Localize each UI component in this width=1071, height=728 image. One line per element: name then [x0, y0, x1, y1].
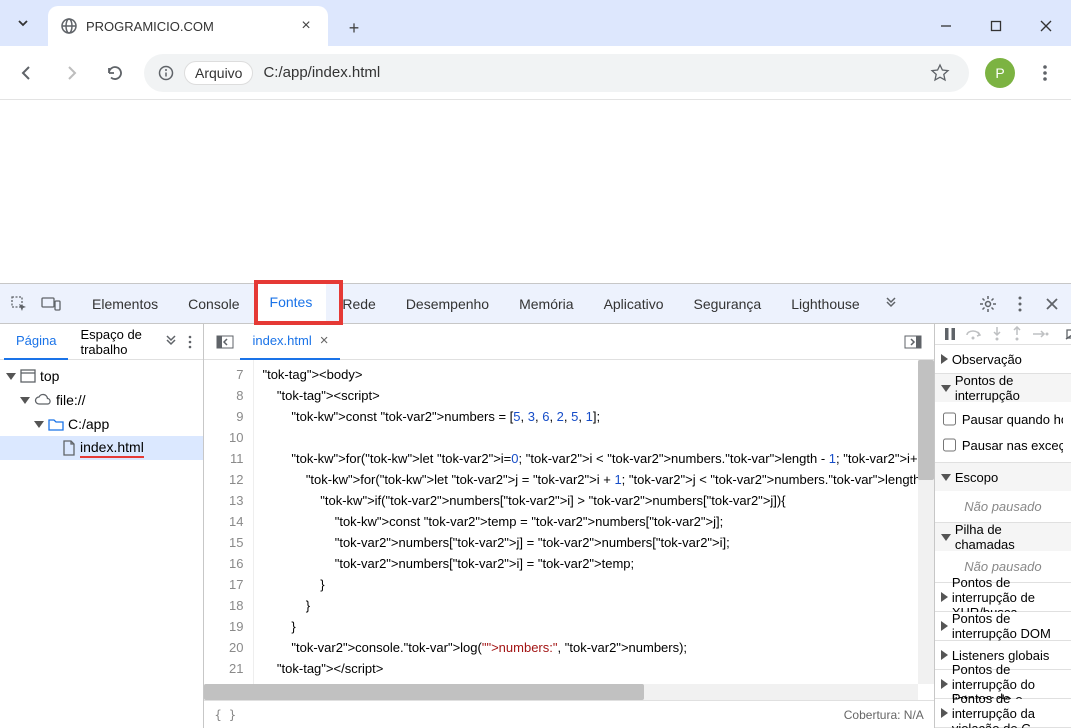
close-icon[interactable]: × — [320, 332, 329, 349]
tab-close-button[interactable]: × — [296, 16, 316, 36]
back-button[interactable] — [8, 54, 46, 92]
chevron-down-icon — [941, 534, 951, 541]
browser-tab[interactable]: PROGRAMICIO.COM × — [48, 6, 328, 46]
step-out-icon[interactable] — [1011, 326, 1023, 342]
chevron-right-icon — [941, 650, 948, 660]
url-text: C:/app/index.html — [263, 64, 915, 81]
tree-top[interactable]: top — [0, 364, 203, 388]
devtools-panel: Elementos Console Fontes Rede Desempenho… — [0, 283, 1071, 728]
close-window-button[interactable] — [1021, 6, 1071, 46]
tabs-dropdown[interactable] — [0, 0, 46, 46]
tab-lighthouse[interactable]: Lighthouse — [777, 284, 874, 324]
browser-toolbar: Arquivo C:/app/index.html P — [0, 46, 1071, 100]
reload-button[interactable] — [96, 54, 134, 92]
window-icon — [20, 369, 36, 383]
debugger-toolbar — [935, 324, 1071, 345]
chevron-right-icon — [941, 679, 948, 689]
devtools-tabbar: Elementos Console Fontes Rede Desempenho… — [0, 284, 1071, 324]
info-icon — [158, 65, 174, 81]
nav-more-tabs-icon[interactable] — [162, 327, 181, 357]
profile-avatar[interactable]: P — [985, 58, 1015, 88]
tab-elementos[interactable]: Elementos — [78, 284, 172, 324]
window-controls — [921, 6, 1071, 46]
chevron-right-icon — [941, 708, 948, 718]
nav-tab-workspace[interactable]: Espaço de trabalho — [68, 324, 162, 360]
bookmark-button[interactable] — [925, 63, 955, 83]
vertical-scrollbar[interactable] — [918, 360, 934, 684]
scope-empty: Não pausado — [935, 491, 1071, 522]
checkbox-pause-exceptions[interactable]: Pausar quando houver exceções n… — [943, 406, 1063, 432]
new-tab-button[interactable]: + — [336, 10, 372, 46]
tab-console[interactable]: Console — [174, 284, 253, 324]
file-tree: top file:// C:/app index.html — [0, 360, 203, 464]
editor-tab-index[interactable]: index.html × — [240, 324, 340, 360]
browser-titlebar: PROGRAMICIO.COM × + — [0, 0, 1071, 46]
cloud-icon — [34, 393, 52, 407]
pretty-print-icon[interactable]: { } — [214, 708, 236, 722]
chevron-down-icon — [941, 385, 951, 392]
devtools-menu-icon[interactable] — [1005, 289, 1035, 319]
tab-memoria[interactable]: Memória — [505, 284, 587, 324]
section-watch[interactable]: Observação — [935, 345, 1071, 373]
step-over-icon[interactable] — [965, 327, 983, 341]
chevron-down-icon — [34, 421, 44, 428]
editor-body[interactable]: 789101112131415161718192021 "tok-tag"><b… — [204, 360, 933, 700]
horizontal-scrollbar[interactable] — [204, 684, 917, 700]
navigator-header: Página Espaço de trabalho — [0, 324, 203, 360]
forward-button[interactable] — [52, 54, 90, 92]
chevron-right-icon — [941, 354, 948, 364]
nav-tab-pagina[interactable]: Página — [4, 324, 68, 360]
toggle-navigator-icon[interactable] — [210, 327, 240, 357]
section-csp-bp[interactable]: Pontos de interrupção da violação de C — [935, 699, 1071, 727]
tab-aplicativo[interactable]: Aplicativo — [590, 284, 678, 324]
folder-icon — [48, 418, 64, 431]
address-bar[interactable]: Arquivo C:/app/index.html — [144, 54, 969, 92]
page-viewport — [0, 100, 1071, 283]
section-dom-bp[interactable]: Pontos de interrupção DOM — [935, 612, 1071, 640]
debugger-panel: Observação Pontos de interrupção Pausar … — [935, 324, 1071, 728]
coverage-label: Cobertura: N/A — [844, 708, 924, 722]
section-scope[interactable]: Escopo — [935, 463, 1071, 491]
line-gutter: 789101112131415161718192021 — [204, 360, 254, 700]
maximize-button[interactable] — [971, 6, 1021, 46]
inspect-element-icon[interactable] — [4, 289, 34, 319]
section-breakpoints[interactable]: Pontos de interrupção — [935, 374, 1071, 402]
editor-panel: index.html × 789101112131415161718192021… — [204, 324, 934, 728]
checkbox-pause-caught[interactable]: Pausar nas exceções encontradas — [943, 432, 1063, 458]
step-icon[interactable] — [1031, 328, 1049, 340]
tab-rede[interactable]: Rede — [328, 284, 389, 324]
minimize-button[interactable] — [921, 6, 971, 46]
browser-menu-button[interactable] — [1027, 55, 1063, 91]
editor-header: index.html × — [204, 324, 933, 360]
chevron-right-icon — [941, 592, 948, 602]
tab-seguranca[interactable]: Segurança — [679, 284, 775, 324]
chevron-down-icon — [20, 397, 30, 404]
globe-icon — [60, 17, 78, 35]
chevron-down-icon — [6, 373, 16, 380]
tree-file-index[interactable]: index.html — [0, 436, 203, 460]
tree-folder[interactable]: C:/app — [0, 412, 203, 436]
editor-footer: { } Cobertura: N/A — [204, 700, 933, 728]
tab-desempenho[interactable]: Desempenho — [392, 284, 503, 324]
url-scheme-chip: Arquivo — [184, 61, 253, 85]
devtools-close-icon[interactable] — [1037, 289, 1067, 319]
section-callstack[interactable]: Pilha de chamadas — [935, 523, 1071, 551]
code-area[interactable]: "tok-tag"><body> "tok-tag"><script> "tok… — [254, 360, 933, 700]
section-xhr-bp[interactable]: Pontos de interrupção de XHR/busca — [935, 583, 1071, 611]
toggle-debugger-icon[interactable] — [898, 327, 928, 357]
tab-title: PROGRAMICIO.COM — [86, 19, 288, 34]
navigator-panel: Página Espaço de trabalho top file:// — [0, 324, 204, 728]
deactivate-breakpoints-icon[interactable] — [1065, 327, 1071, 341]
step-into-icon[interactable] — [991, 326, 1003, 342]
chevron-down-icon — [941, 474, 951, 481]
pause-icon[interactable] — [943, 327, 957, 341]
device-toggle-icon[interactable] — [36, 289, 66, 319]
tab-fontes[interactable]: Fontes — [256, 284, 327, 324]
file-icon — [62, 440, 76, 456]
tree-scheme[interactable]: file:// — [0, 388, 203, 412]
more-tabs-icon[interactable] — [876, 289, 906, 319]
chevron-right-icon — [941, 621, 948, 631]
settings-icon[interactable] — [973, 289, 1003, 319]
nav-menu-icon[interactable] — [181, 327, 200, 357]
